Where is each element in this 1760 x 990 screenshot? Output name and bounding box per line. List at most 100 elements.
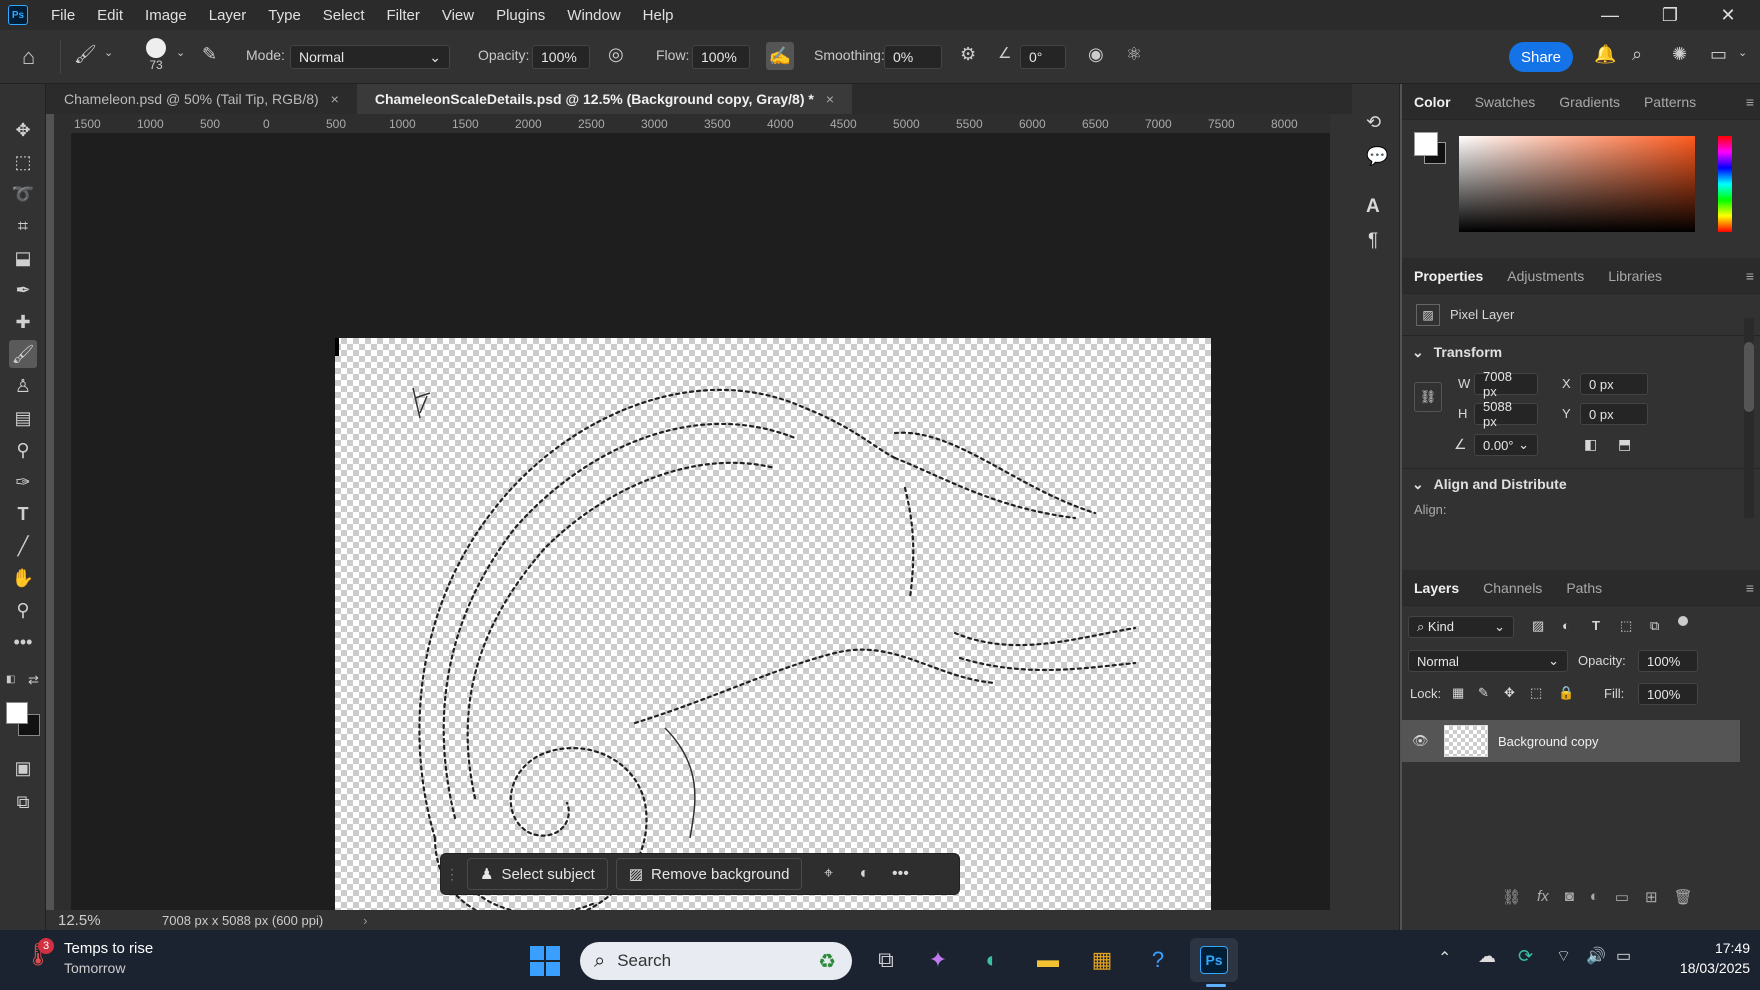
flip-vertical-icon[interactable]: ⬒ [1618,436,1631,453]
menu-filter[interactable]: Filter [376,7,431,24]
battery-icon[interactable]: ▭ [1616,946,1631,966]
adjustment-icon[interactable]: ◐ [846,865,882,883]
lock-image-icon[interactable]: ✎ [1478,685,1489,701]
store-icon[interactable]: ▦ [1084,942,1120,978]
help-app-icon[interactable]: ? [1140,942,1176,978]
edge-icon[interactable]: ◐ [974,942,1010,978]
hue-slider[interactable] [1718,136,1732,232]
tab-gradients[interactable]: Gradients [1547,84,1632,120]
chevron-down-icon[interactable]: ⌄ [176,46,185,59]
tab-swatches[interactable]: Swatches [1463,84,1548,120]
chevron-right-icon[interactable]: › [363,913,367,928]
tab-paths[interactable]: Paths [1554,570,1614,606]
layer-filter-dropdown[interactable]: ⌕ Kind ⌄ [1408,616,1514,638]
type-tool-icon[interactable]: T [9,500,37,528]
zoom-level[interactable]: 12.5% [58,912,118,929]
smoothing-input[interactable]: 0% [884,45,942,69]
chevron-down-icon[interactable]: ⌄ [1738,46,1747,59]
menu-plugins[interactable]: Plugins [485,7,556,24]
onedrive-icon[interactable]: ☁ [1478,946,1496,967]
task-view-icon[interactable]: ⧉ [868,942,904,978]
default-colors-icon[interactable]: ◧ [6,674,15,685]
dodge-tool-icon[interactable]: ⚲ [9,436,37,464]
filter-smart-object-icon[interactable]: ⧉ [1650,618,1659,634]
object-selection-tool-icon[interactable]: ⬓ [9,244,37,272]
blend-mode-dropdown[interactable]: Normal ⌄ [1408,650,1568,672]
tab-channels[interactable]: Channels [1471,570,1554,606]
lock-transparent-icon[interactable]: ▦ [1452,685,1464,701]
tab-adjustments[interactable]: Adjustments [1495,258,1596,294]
tab-color[interactable]: Color [1402,84,1463,120]
hand-tool-icon[interactable]: ✋ [9,564,37,592]
sync-icon[interactable]: ⟳ [1518,946,1533,967]
move-tool-icon[interactable]: ✥ [9,116,37,144]
brush-tool-icon[interactable]: 🖌 [9,340,37,368]
flip-horizontal-icon[interactable]: ◧ [1584,436,1597,453]
workspace-icon[interactable]: ▭ [1710,44,1727,65]
share-button[interactable]: Share [1509,42,1573,72]
panel-menu-icon[interactable]: ≡ [1746,94,1754,110]
tab-patterns[interactable]: Patterns [1632,84,1708,120]
brush-settings-icon[interactable]: ✎ [202,44,217,65]
mode-dropdown[interactable]: Normal ⌄ [290,45,450,69]
link-layers-icon[interactable]: ⛓ [1502,888,1521,906]
panel-menu-icon[interactable]: ≡ [1746,268,1754,284]
menu-edit[interactable]: Edit [86,7,134,24]
tab-properties[interactable]: Properties [1402,258,1495,294]
weather-title[interactable]: Temps to rise [64,940,153,957]
color-picker-field[interactable] [1459,136,1695,232]
clock-date[interactable]: 18/03/2025 [1666,960,1750,976]
tab-chameleon-scale-details[interactable]: ChameleonScaleDetails.psd @ 12.5% (Backg… [356,84,853,114]
search-icon[interactable]: ⌕ [1632,44,1642,65]
menu-type[interactable]: Type [257,7,312,24]
y-input[interactable]: 0 px [1580,403,1648,425]
remove-background-button[interactable]: ▨ Remove background [615,858,803,890]
delete-layer-icon[interactable]: 🗑 [1674,888,1693,906]
swap-colors-icon[interactable]: ⇄ [28,672,39,688]
healing-brush-tool-icon[interactable]: ✚ [9,308,37,336]
link-icon[interactable]: ⛓ [1414,382,1442,412]
filter-shape-icon[interactable]: ⬚ [1620,618,1632,634]
lasso-tool-icon[interactable]: ➰ [9,180,37,208]
menu-view[interactable]: View [431,7,485,24]
zoom-tool-icon[interactable]: ⚲ [9,596,37,624]
line-tool-icon[interactable]: ╱ [9,532,37,560]
fill-input[interactable]: 100% [1638,683,1698,705]
menu-help[interactable]: Help [632,7,685,24]
x-input[interactable]: 0 px [1580,373,1648,395]
home-icon[interactable]: ⌂ [22,44,35,70]
notifications-icon[interactable]: 🔔 [1594,44,1616,65]
new-adjustment-icon[interactable]: ◐ [1590,888,1599,906]
eyedropper-tool-icon[interactable]: ✒ [9,276,37,304]
restore-icon[interactable]: ❐ [1644,0,1696,30]
chevron-up-icon[interactable]: ⌃ [1438,948,1451,968]
fx-icon[interactable]: fx [1537,888,1549,906]
close-tab-icon[interactable]: × [331,91,339,107]
filter-pixel-icon[interactable]: ▨ [1532,618,1544,634]
volume-icon[interactable]: 🔊 [1586,946,1606,966]
layer-row[interactable]: 👁 Background copy [1402,720,1740,762]
panel-menu-icon[interactable]: ≡ [1746,580,1754,596]
pen-tool-icon[interactable]: ✑ [9,468,37,496]
more-options-icon[interactable]: ••• [882,865,918,883]
character-icon[interactable]: A [1366,196,1380,218]
pen-path-icon[interactable]: ⌖ [810,865,846,883]
pressure-opacity-icon[interactable]: ◎ [608,44,624,65]
brush-tool-icon[interactable]: 🖌 [74,44,97,65]
lock-artboard-icon[interactable]: ⬚ [1530,685,1542,701]
marquee-tool-icon[interactable]: ⬚ [9,148,37,176]
close-icon[interactable]: ✕ [1702,0,1754,30]
height-input[interactable]: 5088 px [1474,399,1538,429]
opacity-input[interactable]: 100% [532,45,590,69]
lock-position-icon[interactable]: ✥ [1504,685,1515,701]
new-layer-icon[interactable]: ⊞ [1645,888,1658,906]
more-tools-icon[interactable]: ••• [9,628,37,656]
history-icon[interactable]: ⟲ [1366,112,1381,133]
vertical-scrollbar[interactable] [1330,114,1352,930]
lock-all-icon[interactable]: 🔒 [1558,685,1574,701]
foreground-color-swatch[interactable] [1414,132,1438,156]
screen-mode-icon[interactable]: ⧉ [9,788,37,816]
layer-opacity-input[interactable]: 100% [1638,650,1698,672]
clock-time[interactable]: 17:49 [1690,940,1750,956]
drag-handle-icon[interactable]: ⋮ [445,866,459,883]
